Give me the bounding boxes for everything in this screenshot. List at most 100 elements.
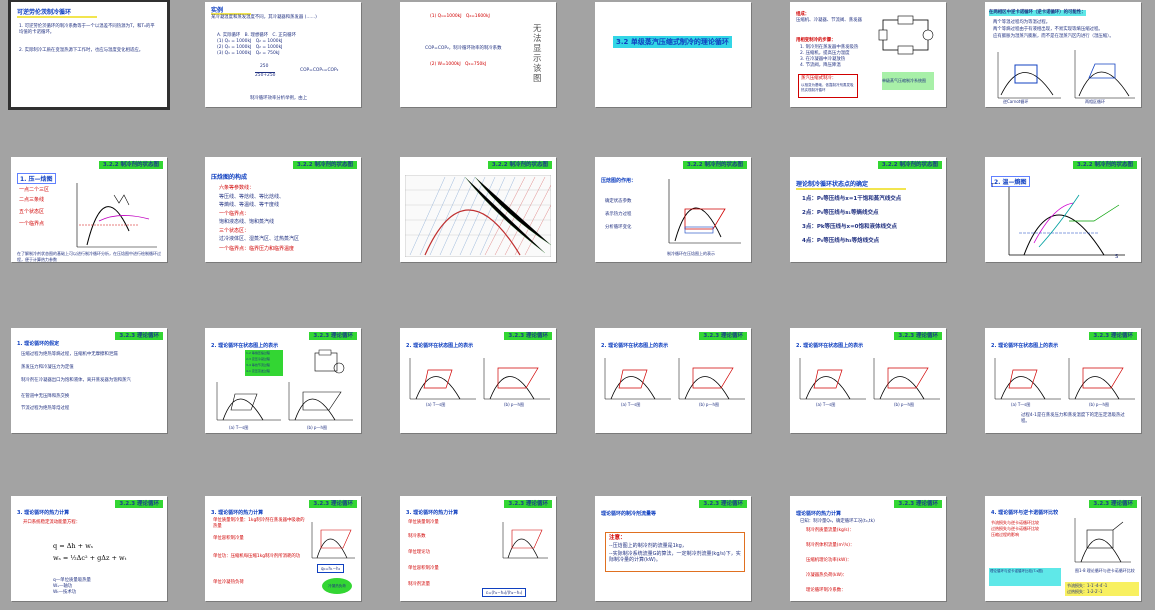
item: 单位质量制冷量：1kg制冷剂在蒸发器中吸收的热量 [213, 518, 305, 529]
slide-11[interactable]: 3.2.2 制冷剂的状态图 理论制冷循环状态点的确定 1点：P₀等压线与x=1干… [790, 157, 946, 262]
ts-diagram [1008, 187, 1125, 256]
ph-diagram [678, 358, 745, 400]
legend-wt: Wₜ—技术功 [53, 590, 77, 595]
slide-7[interactable]: 3.2.2 制冷剂的状态图 1. 压—焓图 一点二个三区 二点三条线 五个状态区… [11, 157, 167, 262]
foot: 在了解制冷剂状态图的基础上可以进行制冷循环分析，在压焓图中进行绘制循环过程，便于… [17, 251, 161, 262]
ts-diagram [994, 358, 1061, 400]
section-banner: 3.2.2 制冷剂的状态图 [292, 161, 357, 169]
slide-title: 3. 理论循环的热力计算 [406, 510, 459, 516]
caption-b: (b) p—h图 [699, 402, 720, 407]
caption-b: (b) p—h图 [504, 402, 525, 407]
section-banner: 3.2.3 理论循环 [504, 332, 552, 340]
ts-diagram [604, 358, 671, 400]
slide-title: 可逆劳伦茨制冷循环 [17, 9, 72, 16]
legend-item: 2-3 定压冷凝过程 [246, 357, 270, 361]
para: (3) Q₁ = 1000kJ Q₂ = 750kJ [217, 51, 280, 56]
slide-2[interactable]: 实例 某冷凝温度和蒸发温度不同，其冷凝器和蒸发器 (……) A. 实际循环 B.… [205, 2, 361, 107]
legend-item: 3-4 等焓节流过程 [246, 363, 270, 367]
caption-a: (a) T—s图 [816, 402, 836, 407]
slide-title: 理论制冷循环状态点的确定 [796, 181, 869, 188]
eq: 250 [260, 64, 269, 69]
section-banner: 3.2.2 制冷剂的状态图 [877, 161, 942, 169]
caption-b: (b) p—h图 [894, 402, 915, 407]
slide-title: 理论循环的制冷剂流量等 [601, 511, 657, 517]
point: 两个等温过程均为等温过程。 [993, 20, 1051, 25]
bullet: 一点二个三区 [19, 187, 50, 193]
para: 1. 可逆劳伦茨循环的制冷系数等于一个以温差不同热源为T，和T₀的平均值的卡诺循… [19, 24, 155, 35]
slide-4[interactable]: 3.2 单级蒸汽压缩式制冷的理论循环 [595, 2, 751, 107]
case-2: (2) W=1000kJ Q₂=750kJ [430, 62, 487, 67]
slide-title: 2. 理论循环在状态图上的表示 [991, 343, 1059, 349]
eq: 250+250 [255, 72, 276, 78]
item: 等熵线、等温线、等干度线 [219, 202, 280, 208]
ts-diagram [216, 382, 281, 421]
ph-diagram [76, 183, 157, 248]
item: 单位功：压缩机每压缩1kg制冷剂所消耗的功 [213, 554, 301, 559]
item: 单位容积制冷量 [213, 536, 244, 541]
slide-title: 1. 压—焓图 [17, 173, 56, 184]
point-3: 3点：Pk等压线与x=0饱和液体线交点 [802, 224, 897, 230]
missing-image: 无法显示该图 [533, 24, 542, 84]
point-1: 1点：P₀等压线与x=1干饱和蒸汽线交点 [802, 196, 902, 202]
ph-diagram [1068, 358, 1135, 400]
caption: 图1-8 理论循环与逆卡诺循环比较 [1075, 568, 1135, 573]
slide-22[interactable]: 3.2.3 理论循环 理论循环的制冷剂流量等 注意： --压焓图上的制冷剂的流量… [595, 496, 751, 601]
slide-6[interactable]: 在两相区中逆卡诺循环（逆卡诺循环）的可能性： 两个等温过程均为等温过程。 两个等… [985, 2, 1141, 107]
slide-20[interactable]: 3.2.3 理论循环 3. 理论循环的热力计算 单位质量制冷量：1kg制冷剂在蒸… [205, 496, 361, 601]
item: 过冷液体区、湿蒸汽区、过热蒸汽区 [219, 236, 300, 242]
item: 单位质量制冷量 [408, 520, 439, 525]
slide-9[interactable]: 3.2.2 制冷剂的状态图 [400, 157, 556, 262]
divider [796, 188, 906, 190]
slide-21[interactable]: 3.2.3 理论循环 3. 理论循环的热力计算 单位质量制冷量 制冷系数 单位理… [400, 496, 556, 601]
slide-14[interactable]: 3.2.3 理论循环 2. 理论循环在状态图上的表示 1-2 等熵压缩过程 2-… [205, 328, 361, 433]
slide-23[interactable]: 3.2.3 理论循环 理论循环的热力计算 已知：制冷量Q₀，确定循环工况(t₀,… [790, 496, 946, 601]
slide-title: 压焓图的构成 [211, 174, 248, 181]
slide-15[interactable]: 3.2.3 理论循环 2. 理论循环在状态图上的表示 (a) T—s图 (b) … [400, 328, 556, 433]
legend-line: 过热损失：1-2-2′-1 [1067, 589, 1103, 594]
slide-title: 1. 理论循环的假定 [17, 341, 60, 347]
formula-tag: q₀=h₁−h₄ [317, 564, 345, 573]
section-banner: 3.2.2 制冷剂的状态图 [98, 161, 163, 169]
ph-diagram [502, 522, 548, 559]
slide-title: 3. 理论循环的热力计算 [211, 510, 264, 516]
slide-12[interactable]: 3.2.2 制冷剂的状态图 2. 温—熵图 T S [985, 157, 1141, 262]
slide-1[interactable]: 可逆劳伦茨制冷循环 1. 可逆劳伦茨循环的制冷系数等于一个以温差不同热源为T，和… [8, 0, 170, 110]
caption: 制冷循环在压焓图上的表示 [667, 251, 715, 256]
slide-10[interactable]: 3.2.2 制冷剂的状态图 压焓图的作用： 确定状态参数 表示热力过程 分析循环… [595, 157, 751, 262]
section-banner: 3.2.3 理论循环 [115, 500, 163, 508]
caption: 逆Carnot循环 [1003, 99, 1029, 104]
bullet: 分析循环变化 [605, 225, 632, 230]
section-banner: 3.2.3 理论循环 [1089, 332, 1137, 340]
item: 单位冷凝热负荷 [213, 580, 244, 585]
legend-item: 4-1 定压蒸发过程 [246, 369, 270, 373]
slide-24[interactable]: 3.2.3 理论循环 4. 理论循环与逆卡诺循环比较 节流损失与逆卡诺循环比较 … [985, 496, 1141, 601]
section-banner: 3.2.3 理论循环 [699, 332, 747, 340]
note-box: 理论循环与逆卡诺循环比较(T-s图) [989, 568, 1061, 586]
note-text: 理论循环与逆卡诺循环比较(T-s图) [990, 569, 1044, 573]
axis-t: T [991, 183, 995, 189]
slide-3[interactable]: (1) Q₁=1000kJ Q₂=1600kJ COP=COP₂，制冷循环效率的… [400, 2, 556, 107]
ph-diagram [483, 358, 550, 400]
slide-18[interactable]: 3.2.3 理论循环 2. 理论循环在状态图上的表示 (a) T—s图 (b) … [985, 328, 1141, 433]
legend-box: 1-2 等熵压缩过程 2-3 定压冷凝过程 3-4 等焓节流过程 4-1 定压蒸… [245, 350, 283, 376]
legend-box: 节流损失：1-1′-4-4′-1 过热损失：1-2-2′-1 [1065, 582, 1139, 596]
item: 制冷剂流量 [408, 582, 430, 587]
para: 某冷凝温度和蒸发温度不同，其冷凝器和蒸发器 (……) [211, 15, 317, 20]
formula-tag: ε=(h₁−h₄)/(h₂−h₁) [482, 588, 527, 597]
slide-5[interactable]: 组成： 压缩机、冷凝器、节流阀、蒸发器 用相变制冷的步骤： 1. 制冷剂在蒸发器… [790, 2, 946, 107]
slide-17[interactable]: 3.2.3 理论循环 2. 理论循环在状态图上的表示 (a) T—s图 (b) … [790, 328, 946, 433]
badge: 冷凝热负荷 [322, 578, 352, 594]
ph-cycle-diagram [668, 179, 741, 244]
slide-16[interactable]: 3.2.3 理论循环 2. 理论循环在状态图上的表示 (a) T—s图 (b) … [595, 328, 751, 433]
item: 压缩过程的影响 [991, 532, 1019, 537]
slide-title: 2. 理论循环在状态图上的表示 [601, 343, 669, 349]
slide-19[interactable]: 3.2.3 理论循环 3. 理论循环的热力计算 开口系统稳定流动能量方程： q … [11, 496, 167, 601]
slide-13[interactable]: 3.2.3 理论循环 1. 理论循环的假定 压缩过程为绝热等熵过程，压缩机中无摩… [11, 328, 167, 433]
slide-title: 3. 理论循环的热力计算 [17, 510, 70, 516]
ph-diagram [288, 382, 353, 421]
ts-comparison-diagram [1074, 518, 1131, 563]
item: 单位容积制冷量 [408, 566, 439, 571]
slide-title: 2. 理论循环在状态图上的表示 [211, 343, 279, 349]
slide-8[interactable]: 3.2.2 制冷剂的状态图 压焓图的构成 六条等参数线： 等压线、等焓线、等比焓… [205, 157, 361, 262]
bullet: 一个临界点 [19, 221, 45, 227]
